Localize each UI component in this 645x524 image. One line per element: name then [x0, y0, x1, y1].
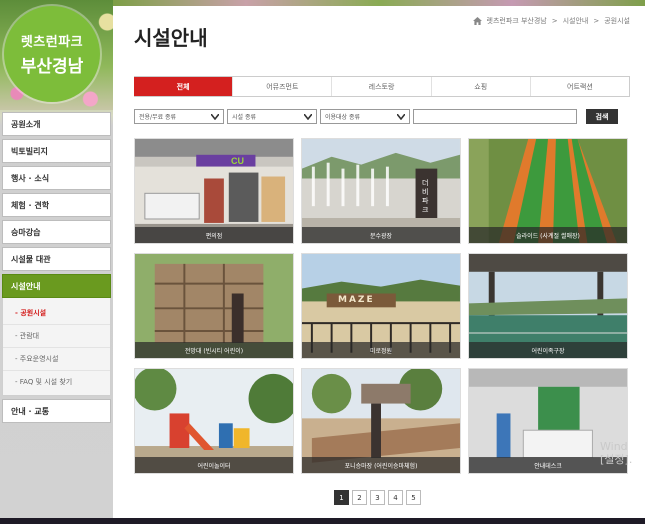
breadcrumb-current: 공원시설: [604, 17, 630, 25]
page-2-button[interactable]: 2: [352, 490, 367, 505]
chevron-down-icon: [211, 113, 219, 120]
facility-type-select[interactable]: 시설 종류: [227, 109, 317, 124]
logo-line-2: 부산경남: [20, 57, 84, 77]
park-logo[interactable]: 렛츠런파크 부산경남: [4, 6, 100, 102]
facility-card[interactable]: 더비파크 분수광장: [301, 138, 461, 244]
page-3-button[interactable]: 3: [370, 490, 385, 505]
main-content: 시설안내 렛츠런파크 부산경남 > 시설안내 > 공원시설 전체 어뮤즈먼트 레…: [116, 6, 642, 518]
menu-park-intro[interactable]: 공원소개: [2, 112, 111, 136]
maze-sign-text: MAZE: [338, 295, 375, 305]
logo-line-1: 렛츠런파크: [20, 35, 84, 50]
watermark-line-1: Wind: [600, 440, 628, 453]
chevron-down-icon: [397, 113, 405, 120]
menu-facility-rental[interactable]: 시설물 대관: [2, 247, 111, 271]
park-sign-text: 더비파크: [422, 179, 429, 214]
sidebar: 렛츠런파크 부산경남 공원소개 빅토빌리지 행사 · 소식 체험 · 견학 승마…: [0, 0, 113, 524]
tab-all[interactable]: 전체: [134, 77, 234, 96]
activation-watermark: Wind [설정].: [600, 440, 632, 466]
breadcrumb-section[interactable]: 시설안내: [563, 16, 589, 26]
store-sign-text: CU: [231, 156, 244, 166]
submenu-grandstand[interactable]: 관람대: [3, 325, 110, 348]
menu-facility-guide[interactable]: 시설안내: [2, 274, 111, 298]
target-type-value: 이용대상 종류: [325, 114, 361, 121]
facility-card[interactable]: 슬라이드 (사계절 썰매장): [468, 138, 628, 244]
facility-card[interactable]: 어린이놀이터: [134, 368, 294, 474]
fee-type-value: 전용/무료 종류: [139, 114, 177, 121]
facility-caption: 어린이놀이터: [135, 457, 293, 473]
facility-caption: 미로정원: [302, 342, 460, 358]
facility-caption: 전망대 (빈시티 어린이): [135, 342, 293, 358]
search-input[interactable]: [413, 109, 577, 124]
page-5-button[interactable]: 5: [406, 490, 421, 505]
breadcrumb-site[interactable]: 렛츠런파크 부산경남: [487, 16, 547, 26]
facility-caption: 슬라이드 (사계절 썰매장): [469, 227, 627, 243]
search-button[interactable]: 검색: [586, 109, 618, 124]
breadcrumb-sep-icon: >: [551, 17, 558, 25]
facility-card[interactable]: 전망대 (빈시티 어린이): [134, 253, 294, 359]
facility-type-value: 시설 종류: [232, 114, 256, 121]
filter-bar: 전용/무료 종류 시설 종류 이용대상 종류 검색: [134, 109, 630, 124]
facility-caption: 분수광장: [302, 227, 460, 243]
facility-caption: 편의점: [135, 227, 293, 243]
breadcrumb-sep-icon: >: [593, 17, 600, 25]
facility-card[interactable]: CU 편의점: [134, 138, 294, 244]
bottom-bar: [0, 518, 645, 524]
facility-caption: 포니승마장 (어린이승마체험): [302, 457, 460, 473]
page-4-button[interactable]: 4: [388, 490, 403, 505]
submenu-main-facilities[interactable]: 주요운영시설: [3, 348, 110, 371]
sidebar-menu: 공원소개 빅토빌리지 행사 · 소식 체험 · 견학 승마강습 시설물 대관 시…: [0, 112, 113, 426]
target-type-select[interactable]: 이용대상 종류: [320, 109, 410, 124]
home-icon[interactable]: [472, 17, 482, 25]
facility-card[interactable]: MAZE 미로정원: [301, 253, 461, 359]
pagination: 1 2 3 4 5: [334, 490, 421, 505]
facility-grid: CU 편의점 더비파크 분수광장 슬라이드 (사계절 썰매장) 전망대 (빈시티…: [134, 138, 632, 474]
tab-shopping[interactable]: 쇼핑: [431, 77, 531, 96]
facility-card[interactable]: 포니승마장 (어린이승마체험): [301, 368, 461, 474]
page-1-button[interactable]: 1: [334, 490, 349, 505]
menu-events-news[interactable]: 행사 · 소식: [2, 166, 111, 190]
menu-victory-village[interactable]: 빅토빌리지: [2, 139, 111, 163]
tab-amusement[interactable]: 어뮤즈먼트: [233, 77, 333, 96]
watermark-line-2: [설정].: [600, 453, 633, 466]
chevron-down-icon: [304, 113, 312, 120]
facility-card[interactable]: 어린이족구장: [468, 253, 628, 359]
fee-type-select[interactable]: 전용/무료 종류: [134, 109, 224, 124]
menu-riding-lessons[interactable]: 승마강습: [2, 220, 111, 244]
breadcrumb: 렛츠런파크 부산경남 > 시설안내 > 공원시설: [472, 16, 630, 26]
page-title: 시설안내: [134, 26, 208, 50]
tab-attraction[interactable]: 어트랙션: [530, 77, 631, 96]
submenu-faq[interactable]: FAQ 및 시설 찾기: [3, 371, 110, 393]
facility-submenu: 공원시설 관람대 주요운영시설 FAQ 및 시설 찾기: [2, 298, 111, 396]
submenu-park-facilities[interactable]: 공원시설: [3, 302, 110, 325]
menu-guide-transport[interactable]: 안내 · 교통: [2, 399, 111, 423]
tab-restaurant[interactable]: 레스토랑: [332, 77, 432, 96]
menu-experience-tour[interactable]: 체험 · 견학: [2, 193, 111, 217]
category-tabs: 전체 어뮤즈먼트 레스토랑 쇼핑 어트랙션: [134, 76, 631, 97]
facility-caption: 어린이족구장: [469, 342, 627, 358]
